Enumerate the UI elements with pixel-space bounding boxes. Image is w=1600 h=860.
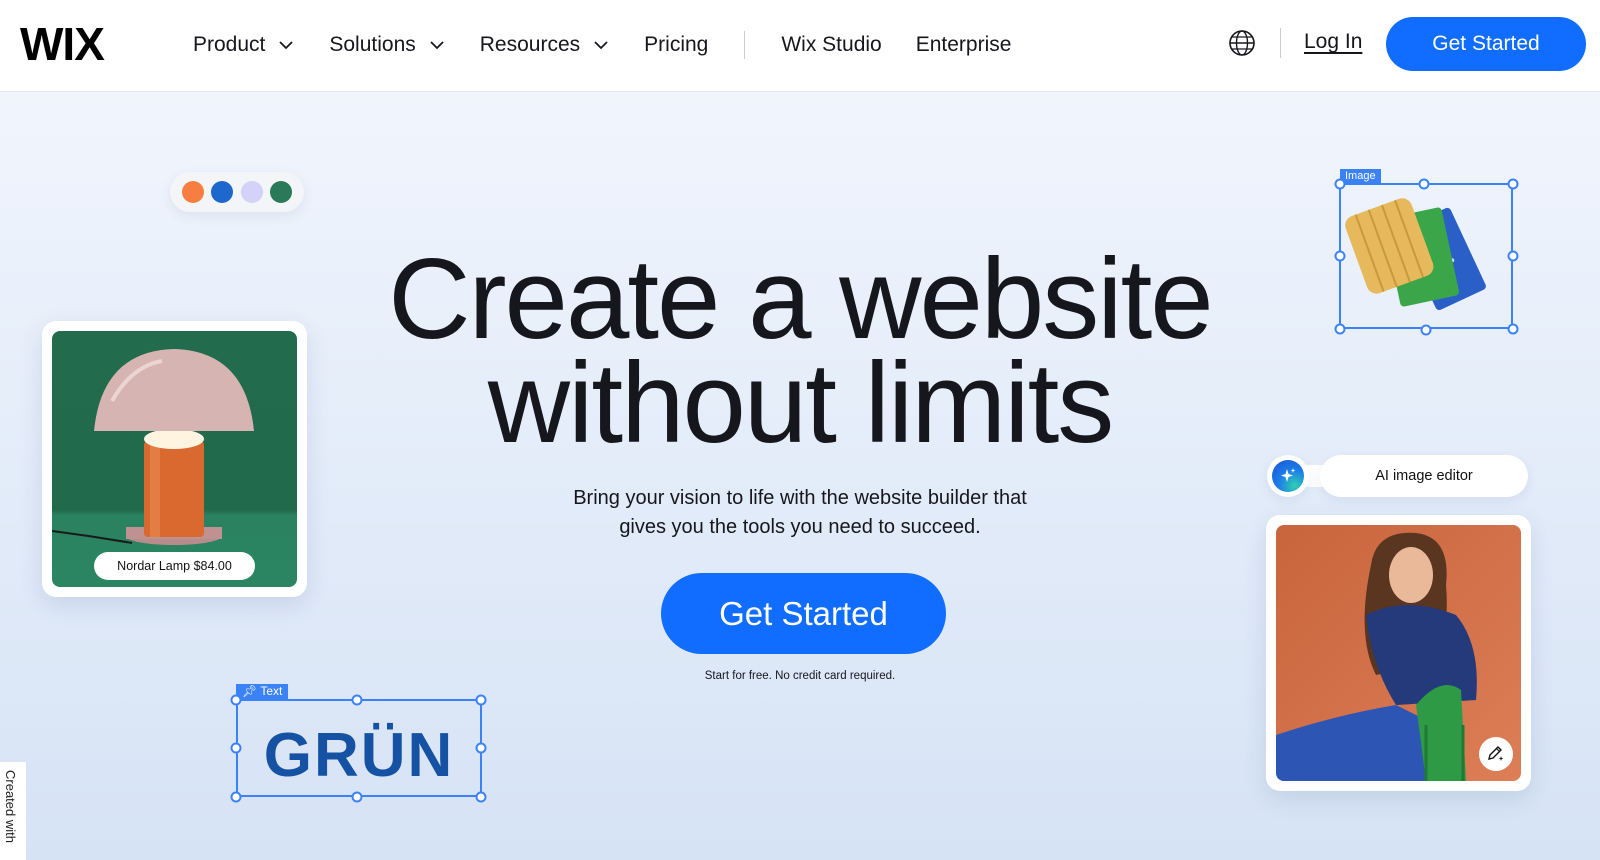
chevron-down-icon	[594, 41, 608, 50]
created-with-label: Created with	[3, 770, 18, 843]
nav-item-wix-studio[interactable]: Wix Studio	[781, 33, 881, 57]
product-price-tag: Nordar Lamp $84.00	[94, 552, 255, 580]
image-selection-box[interactable]	[1339, 183, 1513, 329]
main-nav: Product Solutions Resources Pricing Wix …	[193, 28, 1045, 62]
material-samples-image	[1345, 198, 1486, 311]
text-selection-label: 📌︎ Text	[236, 684, 289, 699]
nav-item-product[interactable]: Product	[193, 33, 295, 57]
resize-handle[interactable]	[230, 791, 242, 803]
resize-handle[interactable]	[475, 742, 487, 754]
resize-handle[interactable]	[230, 694, 242, 706]
svg-text:GRÜN: GRÜN	[264, 721, 455, 790]
created-with-badge[interactable]: Created with	[0, 762, 26, 860]
nav-item-pricing[interactable]: Pricing	[644, 33, 708, 57]
sparkle-icon	[1272, 460, 1304, 492]
resize-handle[interactable]	[1418, 178, 1430, 190]
site-header: WIX Product Solutions Resources Pricing …	[0, 0, 1600, 92]
resize-handle[interactable]	[475, 791, 487, 803]
nav-label: Solutions	[329, 33, 416, 56]
product-card: Nordar Lamp $84.00	[42, 321, 307, 597]
resize-handle[interactable]	[351, 791, 363, 803]
nav-item-solutions[interactable]: Solutions	[329, 33, 445, 57]
lamp-image: Nordar Lamp $84.00	[52, 331, 297, 587]
text-selection-label-text: Text	[260, 684, 283, 698]
nav-label: Wix Studio	[781, 33, 882, 56]
resize-handle[interactable]	[475, 694, 487, 706]
header-divider	[1280, 28, 1281, 58]
ai-icon-button[interactable]	[1267, 455, 1309, 497]
resize-handle[interactable]	[1507, 178, 1519, 190]
nav-item-enterprise[interactable]: Enterprise	[916, 33, 1012, 57]
resize-handle[interactable]	[1334, 250, 1346, 262]
swatch-green[interactable]	[270, 181, 293, 203]
nav-label: Resources	[479, 33, 581, 56]
globe-icon[interactable]	[1228, 29, 1256, 57]
resize-handle[interactable]	[1334, 323, 1346, 335]
login-link[interactable]: Log In	[1304, 30, 1362, 54]
resize-handle[interactable]	[1334, 178, 1346, 190]
grun-wordmark: GRÜN	[264, 721, 455, 790]
edit-image-button[interactable]	[1479, 737, 1513, 771]
resize-handle[interactable]	[230, 742, 242, 754]
chevron-down-icon	[430, 41, 444, 50]
resize-handle[interactable]	[1507, 250, 1519, 262]
swatch-blue[interactable]	[211, 181, 234, 203]
nav-label: Product	[193, 33, 266, 56]
header-get-started-button[interactable]: Get Started	[1386, 17, 1586, 71]
pin-icon: 📌︎	[242, 684, 258, 698]
nav-label: Enterprise	[915, 33, 1012, 56]
wix-logo[interactable]: WIX	[20, 18, 105, 70]
resize-handle[interactable]	[351, 694, 363, 706]
resize-handle[interactable]	[1420, 324, 1432, 336]
lamp-illustration	[52, 349, 254, 545]
ai-image-editor-pill[interactable]: AI image editor	[1320, 455, 1528, 497]
image-selection-label: Image	[1340, 169, 1381, 184]
chevron-down-icon	[279, 41, 294, 50]
photo-card	[1266, 515, 1531, 791]
nav-item-resources[interactable]: Resources	[480, 33, 610, 57]
nav-label: Pricing	[644, 33, 709, 56]
swatch-orange[interactable]	[181, 181, 204, 203]
color-swatches	[170, 172, 304, 212]
nav-divider	[744, 31, 746, 59]
woman-photo	[1276, 525, 1521, 781]
text-selection-box[interactable]: GRÜN	[236, 699, 482, 797]
resize-handle[interactable]	[1507, 323, 1519, 335]
pencil-sparkle-icon	[1488, 746, 1504, 761]
swatch-lavender[interactable]	[240, 181, 263, 203]
hero-get-started-button[interactable]: Get Started	[661, 573, 946, 654]
